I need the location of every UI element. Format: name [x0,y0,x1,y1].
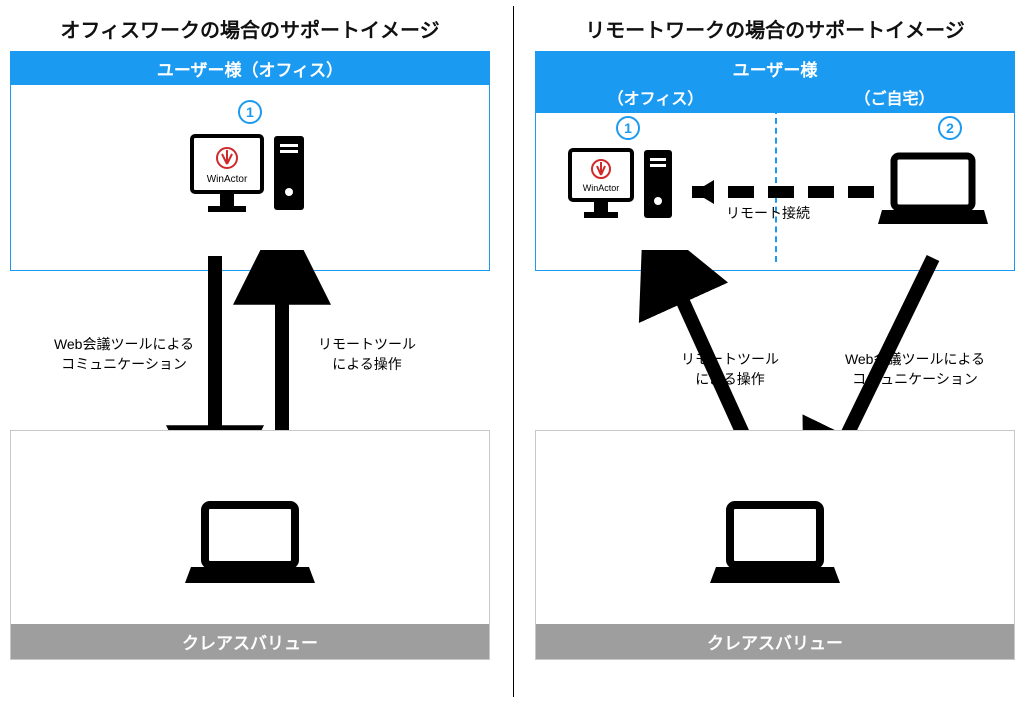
label-remote-connect: リモート接続 [726,204,810,224]
label-webconf-right: Web会議ツールによる コミュニケーション [835,350,995,389]
user-box-right: ユーザー様 （オフィス） （ご自宅） 1 WinActor 2 [535,51,1015,271]
label-webconf-left: Web会議ツールによる コミュニケーション [44,335,204,374]
laptop-icon-right-bottom [710,501,840,591]
panel-title-left: オフィスワークの場合のサポートイメージ [10,0,490,51]
panel-office: オフィスワークの場合のサポートイメージ ユーザー様（オフィス） 1 WinAct… [10,0,490,690]
desktop-icon-left: WinActor [190,132,310,232]
user-box-left: ユーザー様（オフィス） 1 WinActor [10,51,490,271]
provider-footer-left: クレアスバリュー [11,624,489,659]
laptop-icon-left [185,501,315,591]
panel-remote: リモートワークの場合のサポートイメージ ユーザー様 （オフィス） （ご自宅） 1… [535,0,1015,690]
desktop-icon-right: WinActor [568,146,678,236]
user-header-left: ユーザー様（オフィス） [11,52,489,85]
vertical-divider [513,6,514,697]
user-sub-home: （ご自宅） [775,85,1014,109]
provider-box-left: クレアスバリュー [10,430,490,660]
laptop-icon-right-top [878,152,988,232]
circled-num-1-left: 1 [238,100,262,124]
circled-num-2-right: 2 [938,116,962,140]
user-sub-office: （オフィス） [536,85,775,109]
panel-title-right: リモートワークの場合のサポートイメージ [535,0,1015,51]
winactor-label-left: WinActor [207,174,248,185]
circled-num-1-right: 1 [616,116,640,140]
label-remote-left: リモートツール による操作 [302,335,432,374]
provider-box-right: クレアスバリュー [535,430,1015,660]
svg-text:WinActor: WinActor [583,183,620,193]
user-header-right: ユーザー様 [536,52,1014,85]
provider-footer-right: クレアスバリュー [536,624,1014,659]
label-remote-right: リモートツール による操作 [665,350,795,389]
